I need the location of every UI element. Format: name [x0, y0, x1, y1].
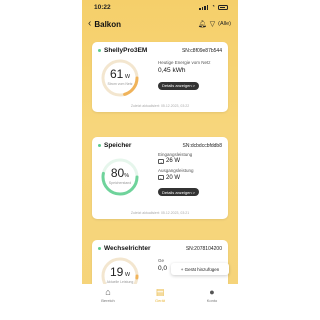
- device-sn: SN:c8f09e87b544: [181, 47, 222, 54]
- gauge-subtitle: Strom vom Netz: [107, 82, 133, 86]
- output-label: Ausgangsleistung: [158, 168, 194, 174]
- device-name: Wechselrichter: [104, 245, 151, 252]
- bell-icon[interactable]: 🔔︎: [198, 20, 207, 28]
- online-dot: [98, 247, 101, 250]
- person-icon: ●: [209, 287, 215, 297]
- device-icon: ▤: [155, 287, 165, 297]
- input-value: 26 W: [166, 158, 181, 165]
- status-bar: 10:22 ◔: [82, 0, 238, 14]
- energy-value: 0,45 kWh: [158, 67, 186, 75]
- wifi-icon: ◔: [211, 4, 215, 10]
- gauge-value: 61 W: [109, 67, 131, 81]
- input-label: Eingangsleistung: [158, 152, 193, 157]
- status-icons: ◔: [199, 4, 228, 10]
- home-icon: ⌂: [105, 287, 111, 297]
- filter-icon[interactable]: ▽: [210, 20, 215, 28]
- power-info: Eingangsleistung → 26 W Ausgangsleistung …: [158, 152, 224, 199]
- energy-label: Heutige Energie vom Netz: [158, 60, 211, 65]
- details-button[interactable]: Details anzeigen >: [158, 81, 200, 90]
- tab-label: Konto: [206, 298, 218, 303]
- back-icon[interactable]: ‹: [88, 19, 91, 29]
- status-time: 10:22: [94, 3, 111, 11]
- energy-info: Heutige Energie vom Netz 0,45 kWh Detail…: [158, 60, 224, 92]
- tab-konto[interactable]: ● Konto: [192, 288, 232, 320]
- tab-bereich[interactable]: ⌂ Bereich: [88, 288, 128, 320]
- page-title: Balkon: [94, 19, 122, 29]
- last-updated: Zuletzt aktualisiert: 05.12.2023, 03:21: [130, 211, 190, 215]
- device-card-speicher[interactable]: Speicher SN:dcbdccbfddb8 80% Speichersta…: [92, 137, 228, 219]
- details-button[interactable]: Details anzeigen >: [158, 188, 200, 197]
- app-header: ‹ Balkon 🔔︎ ▽ (Alle): [82, 14, 238, 34]
- gauge-value: 19 W: [109, 265, 131, 279]
- device-sn: SN:dcbdccbfddb8: [182, 142, 222, 149]
- last-updated: Zuletzt aktualisiert: 05.12.2023, 03:22: [130, 104, 190, 108]
- output-icon: ←: [158, 175, 164, 181]
- phone-screen: 10:22 ◔ ‹ Balkon 🔔︎ ▽ (Alle) ShellyPro3E…: [82, 0, 238, 320]
- tab-bar: ⌂ Bereich ▤ Gerät ● Konto: [82, 284, 238, 320]
- output-value: 20 W: [166, 174, 181, 181]
- battery-icon: [218, 4, 228, 10]
- tab-label: Bereich: [101, 298, 115, 303]
- tab-label: Gerät: [154, 298, 165, 303]
- online-dot: [98, 49, 101, 52]
- device-sn: SN:2078104200: [185, 245, 222, 252]
- signal-icon: [199, 4, 209, 10]
- device-card-shelly[interactable]: ShellyPro3EM SN:c8f09e87b544 61 W Strom …: [92, 42, 228, 112]
- input-icon: →: [158, 158, 164, 164]
- online-dot: [98, 144, 101, 147]
- tab-geraet[interactable]: ▤ Gerät: [140, 288, 180, 320]
- device-name: Speicher: [104, 142, 132, 149]
- add-device-button[interactable]: + Gerät hinzufügen: [171, 263, 229, 275]
- filter-label[interactable]: (Alle): [218, 21, 231, 27]
- device-name: ShellyPro3EM: [104, 47, 148, 54]
- gauge-value: 80%: [110, 166, 130, 180]
- gauge-subtitle: Speicherstand: [108, 181, 132, 185]
